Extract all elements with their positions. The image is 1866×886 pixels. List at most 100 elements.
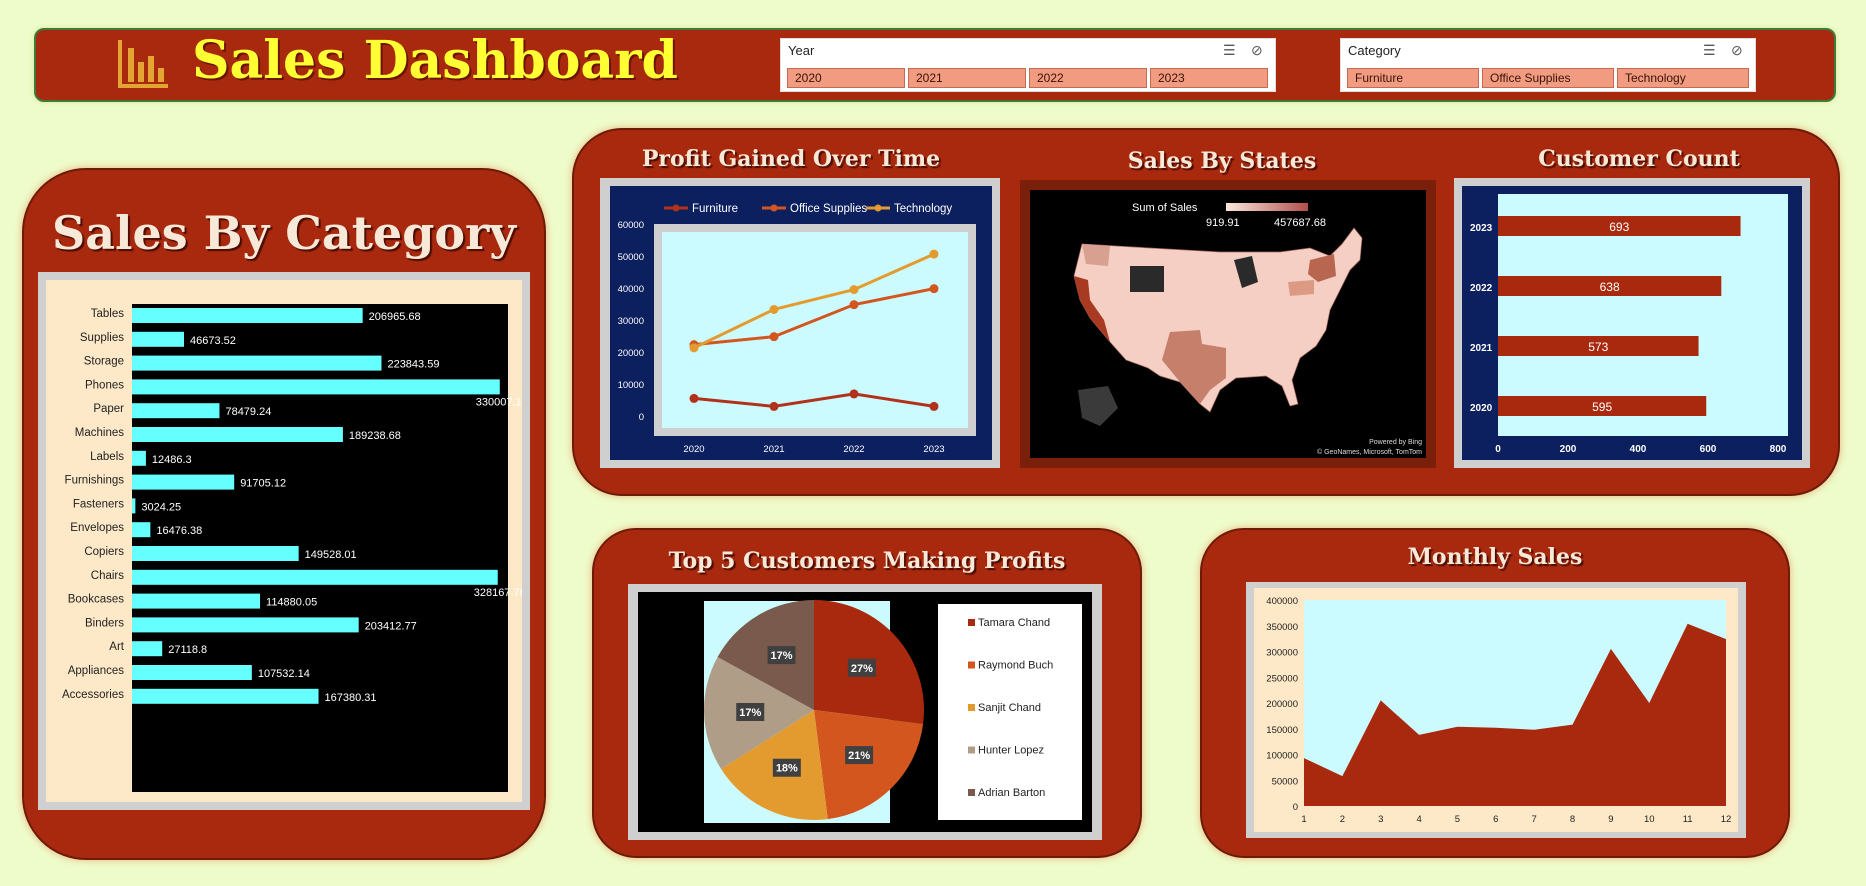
legend-swatch	[968, 619, 975, 626]
state-pennsylvania	[1288, 280, 1314, 296]
year-option-2023[interactable]: 2023	[1150, 68, 1268, 88]
data-label: 16476.38	[156, 525, 202, 537]
data-point	[929, 249, 939, 259]
data-label: 78479.24	[225, 406, 271, 418]
data-label: 3024.25	[141, 501, 181, 513]
legend-swatch	[968, 789, 975, 796]
multi-select-icon[interactable]: ☰	[1703, 42, 1716, 59]
category-bar	[132, 308, 363, 323]
data-label: 27118.8	[168, 644, 207, 656]
data-label: 223843.59	[387, 359, 439, 371]
year-slicer-title: Year	[788, 43, 815, 58]
x-tick-label: 600	[1700, 444, 1717, 455]
year-option-2021[interactable]: 2021	[908, 68, 1026, 88]
data-label: 330007.1	[476, 396, 522, 408]
category-label: Furnishings	[65, 475, 125, 487]
category-bar	[132, 427, 343, 442]
y-tick-label: 0	[639, 412, 644, 423]
category-label: Copiers	[84, 546, 124, 558]
data-label: 328167.76	[474, 587, 522, 599]
data-point	[689, 393, 699, 403]
x-tick-label: 2	[1340, 814, 1345, 825]
x-tick-label: 0	[1495, 444, 1501, 455]
data-label: 638	[1600, 280, 1620, 294]
category-option-furniture[interactable]: Furniture	[1347, 68, 1479, 88]
category-label: Accessories	[62, 689, 124, 701]
x-tick-label: 2021	[763, 444, 784, 455]
data-label: 203412.77	[365, 620, 417, 632]
data-point	[769, 304, 779, 314]
category-option-technology[interactable]: Technology	[1617, 68, 1749, 88]
data-label: 149528.01	[305, 549, 357, 561]
data-label: 46673.52	[190, 335, 236, 347]
legend-swatch	[968, 704, 975, 711]
state-wyoming	[1130, 266, 1164, 292]
x-tick-label: 2020	[683, 444, 704, 455]
year-option-2020[interactable]: 2020	[787, 68, 905, 88]
category-label: Chairs	[91, 570, 124, 582]
data-label: 693	[1609, 220, 1629, 234]
category-bar	[132, 403, 220, 419]
category-label: Bookcases	[68, 594, 125, 606]
map-credit-sources: © GeoNames, Microsoft, TomTom	[1317, 448, 1422, 456]
clear-filter-icon[interactable]: ⊘	[1251, 42, 1263, 59]
x-tick-label: 7	[1532, 814, 1537, 825]
sales-by-category-title: Sales By Category	[51, 206, 517, 260]
sales-by-states-title: Sales By States	[1127, 148, 1317, 174]
x-tick-label: 9	[1608, 814, 1613, 825]
data-label: 206965.68	[369, 311, 421, 323]
map-legend-title: Sum of Sales	[1132, 202, 1198, 214]
category-label: Tables	[91, 308, 124, 320]
category-label: Phones	[85, 379, 124, 391]
sales-by-category-chart: Tables 206965.68 Supplies 46673.52 Storage 22…	[62, 304, 522, 792]
category-bar	[132, 593, 261, 609]
legend-swatch	[968, 661, 975, 669]
y-tick-label: 60000	[618, 220, 644, 231]
legend-label: Office Supplies	[790, 203, 867, 215]
data-point	[929, 284, 939, 294]
clear-filter-icon[interactable]: ⊘	[1731, 42, 1743, 59]
data-label: 12486.3	[152, 454, 192, 466]
x-tick-label: 400	[1630, 444, 1647, 455]
state-washington	[1082, 244, 1110, 266]
x-tick-label: 800	[1770, 444, 1787, 455]
top5-title: Top 5 Customers Making Profits	[668, 548, 1066, 574]
y-tick-label: 40000	[618, 284, 644, 295]
category-slicer: Category ☰ ⊘ Furniture Office Supplies T…	[1340, 38, 1756, 92]
category-bar	[132, 641, 163, 657]
top5-pie-chart: 27% 21% 18% 17% 17% Tamara Chand Raymond Buch S…	[638, 592, 1092, 832]
x-tick-label: 6	[1493, 814, 1498, 825]
map-credit-bing: Powered by Bing	[1369, 439, 1422, 446]
category-bar	[132, 617, 359, 633]
category-slicer-title: Category	[1348, 43, 1401, 58]
customer-count-chart: 2023 693 2022 638 2021 573 2020 595 0 200 400 600 80…	[1462, 186, 1802, 460]
data-label: 573	[1588, 340, 1608, 354]
legend-marker	[672, 204, 680, 212]
y-tick-label: 250000	[1266, 673, 1298, 684]
data-point	[929, 401, 939, 411]
x-tick-label: 5	[1455, 814, 1460, 825]
x-tick-label: 1	[1301, 814, 1306, 825]
category-label: Art	[109, 641, 125, 653]
y-tick-label: 10000	[618, 380, 644, 391]
legend-marker	[770, 204, 778, 212]
category-bar	[132, 498, 136, 514]
y-tick-label: 400000	[1266, 596, 1298, 607]
y-tick-label: 20000	[618, 348, 644, 359]
profit-over-time-chart: Furniture Office Supplies Technology 0 10000…	[610, 186, 992, 460]
multi-select-icon[interactable]: ☰	[1223, 42, 1236, 59]
data-label: 17%	[739, 707, 761, 719]
year-option-2022[interactable]: 2022	[1029, 68, 1147, 88]
category-label: Binders	[85, 617, 124, 629]
y-tick-label: 0	[1293, 802, 1298, 813]
data-label: 17%	[771, 650, 793, 662]
category-option-office-supplies[interactable]: Office Supplies	[1482, 68, 1614, 88]
y-tick-label: 300000	[1266, 648, 1298, 659]
legend-label: Technology	[894, 203, 952, 215]
data-label: 21%	[848, 750, 870, 762]
legend-label: Hunter Lopez	[978, 745, 1044, 757]
category-bar	[132, 546, 299, 561]
category-label: Paper	[93, 403, 124, 415]
data-label: 114880.05	[266, 597, 317, 609]
category-label: 2023	[1470, 223, 1493, 234]
